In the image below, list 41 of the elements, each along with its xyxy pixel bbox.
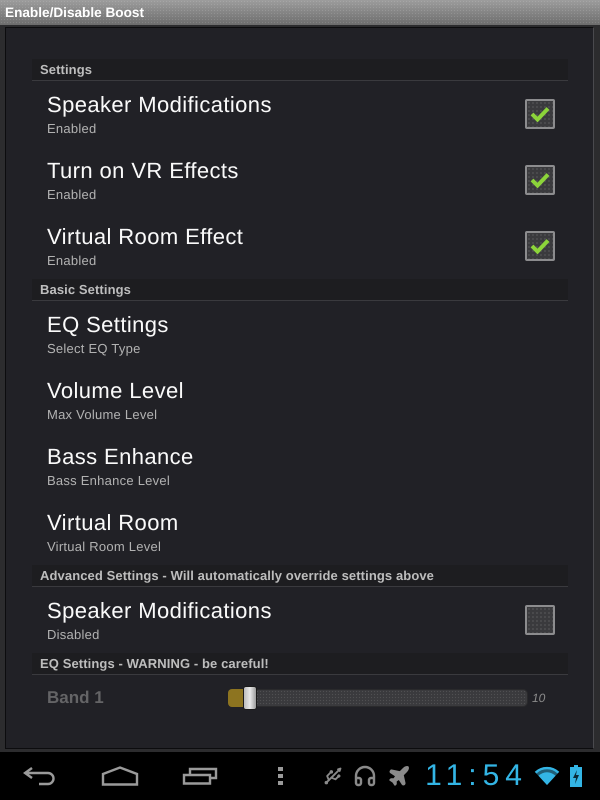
checkmark-icon (530, 106, 550, 122)
recents-icon[interactable] (182, 767, 218, 785)
checkbox[interactable] (525, 165, 555, 195)
setting-title: Turn on VR Effects (47, 156, 239, 184)
usb-icon (323, 766, 344, 786)
window-title: Enable/Disable Boost (5, 4, 144, 22)
section-header: Basic Settings (32, 279, 568, 301)
setting-title: Speaker Modifications (47, 90, 272, 118)
headphones-icon (353, 764, 378, 788)
slider-reading: 10 (532, 691, 546, 705)
setting-summary: Bass Enhance Level (47, 472, 170, 490)
section-header: Settings (32, 59, 568, 81)
home-icon[interactable] (101, 766, 139, 786)
airplane-icon (387, 764, 412, 788)
checkmark-icon (530, 172, 550, 188)
battery-icon (570, 765, 582, 787)
checkmark-icon (530, 238, 550, 254)
setting-summary: Virtual Room Level (47, 538, 162, 556)
slider-track[interactable] (228, 686, 528, 710)
back-icon[interactable] (23, 766, 57, 786)
setting-summary: Enabled (47, 186, 96, 204)
setting-summary: Disabled (47, 626, 100, 644)
section-header: EQ Settings - WARNING - be careful! (32, 653, 568, 675)
setting-title: Speaker Modifications (47, 596, 272, 624)
section-header: Advanced Settings - Will automatically override settings above (32, 565, 568, 587)
setting-title: Volume Level (47, 376, 184, 404)
checkbox[interactable] (525, 605, 555, 635)
setting-summary: Max Volume Level (47, 406, 158, 424)
checkbox[interactable] (525, 231, 555, 261)
setting-summary: Enabled (47, 120, 96, 138)
setting-title: Virtual Room Effect (47, 222, 244, 250)
setting-summary: Select EQ Type (47, 340, 141, 358)
setting-title: Bass Enhance (47, 442, 194, 470)
wifi-icon (534, 766, 560, 786)
band-label: Band 1 (47, 688, 105, 708)
checkbox[interactable] (525, 99, 555, 129)
setting-title: EQ Settings (47, 310, 169, 338)
menu-icon[interactable] (278, 767, 282, 785)
setting-summary: Enabled (47, 252, 96, 270)
clock-text: 11:54 (425, 760, 528, 792)
setting-title: Virtual Room (47, 508, 179, 536)
